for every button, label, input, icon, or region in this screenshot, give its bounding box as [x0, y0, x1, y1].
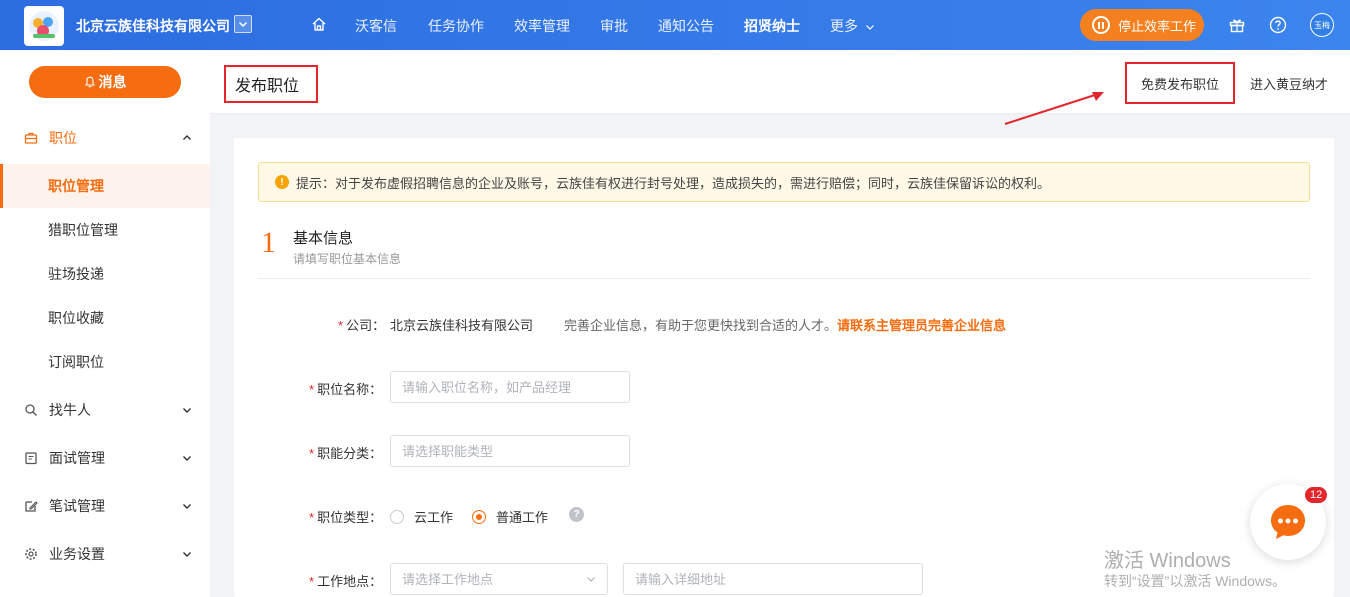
address-input[interactable] [623, 563, 923, 595]
radio-dot-selected [472, 509, 486, 524]
nav-more-label: 更多 [830, 18, 858, 34]
gift-icon[interactable] [1228, 16, 1246, 34]
job-name-input[interactable] [390, 371, 630, 403]
sidebar-item-headhunt-manage[interactable]: 猎职位管理 [0, 208, 210, 252]
job-type-label: * 职位类型： [309, 510, 383, 525]
sidebar-group-talent[interactable]: 找牛人 [0, 388, 210, 432]
top-bar: 北京云族佳科技有限公司 沃客信 任务协作 效率管理 审批 通知公告 招贤纳士 更… [0, 0, 1350, 50]
contact-admin-link[interactable]: 请联系主管理员完善企业信息 [837, 318, 1006, 333]
page-title: 发布职位 [224, 65, 318, 103]
sidebar: 消息 职位 职位管理 猎职位管理 驻场投递 职位收藏 订阅职位 找牛人 面试管理… [0, 50, 210, 597]
chevron-down-icon [865, 25, 874, 31]
nav-recruit[interactable]: 招贤纳士 [744, 16, 800, 36]
chevron-down-icon [183, 408, 191, 413]
company-switch-button[interactable] [234, 15, 252, 33]
job-category-label-text: 职能分类 [317, 446, 370, 461]
company-name[interactable]: 北京云族佳科技有限公司 [76, 16, 230, 36]
company-hint: 完善企业信息，有助于您更快找到合适的人才。请联系主管理员完善企业信息 [564, 315, 1006, 334]
chat-icon [1271, 505, 1305, 539]
job-type-cloud-radio[interactable]: 云工作 [390, 507, 453, 526]
enter-huangdou-link[interactable]: 进入黄豆纳才 [1250, 74, 1328, 93]
location-label-text: 工作地点 [317, 574, 370, 589]
search-icon [25, 404, 37, 416]
warning-icon: ! [275, 175, 289, 189]
warning-tip: ! 提示：对于发布虚假招聘信息的企业及账号，云族佳有权进行封号处理，造成损失的，… [258, 162, 1310, 202]
free-post-job-link[interactable]: 免费发布职位 [1125, 62, 1235, 104]
job-type-cloud-label: 云工作 [414, 510, 454, 525]
nav-efficiency[interactable]: 效率管理 [514, 16, 570, 36]
annotation-arrow [1004, 92, 1104, 125]
sidebar-group-exam[interactable]: 笔试管理 [0, 484, 210, 528]
sidebar-item-favorites[interactable]: 职位收藏 [0, 296, 210, 340]
sidebar-group-label: 面试管理 [49, 450, 105, 466]
sidebar-group-label: 职位 [49, 130, 77, 146]
chat-unread-badge: 12 [1304, 486, 1329, 504]
nav-task[interactable]: 任务协作 [428, 16, 484, 36]
step-number: 1 [261, 226, 276, 259]
location-select-input[interactable] [390, 563, 608, 595]
sidebar-group-interview[interactable]: 面试管理 [0, 436, 210, 480]
sidebar-group-settings[interactable]: 业务设置 [0, 532, 210, 576]
chevron-down-icon [183, 456, 191, 461]
sidebar-item-subscribe[interactable]: 订阅职位 [0, 340, 210, 384]
location-select[interactable] [390, 563, 608, 595]
chevron-down-icon [183, 504, 191, 509]
question-icon[interactable]: ? [569, 507, 584, 522]
help-icon[interactable] [1269, 16, 1287, 34]
company-label-text: 公司 [346, 318, 373, 333]
message-button[interactable]: 消息 [29, 66, 181, 98]
job-name-label-text: 职位名称 [317, 382, 370, 397]
chevron-down-icon [183, 552, 191, 557]
company-logo[interactable] [24, 6, 64, 46]
nav-woke[interactable]: 沃客信 [355, 16, 397, 36]
windows-activation-title: 激活 Windows [1104, 550, 1231, 572]
job-type-normal-radio[interactable]: 普通工作 [472, 507, 548, 526]
nav-more[interactable]: 更多 [830, 16, 875, 36]
sidebar-item-position-manage[interactable]: 职位管理 [0, 164, 210, 208]
company-label: * 公司： [338, 318, 386, 333]
chevron-up-icon [183, 135, 191, 140]
company-value: 北京云族佳科技有限公司 [390, 318, 534, 333]
chevron-down-icon [238, 21, 248, 28]
company-logo-icon [29, 11, 59, 41]
job-name-label: * 职位名称： [309, 382, 383, 397]
page-header: 发布职位 免费发布职位 进入黄豆纳才 [210, 50, 1350, 114]
user-avatar[interactable]: 玉梅 [1310, 13, 1334, 37]
section-subtitle: 请填写职位基本信息 [293, 252, 402, 266]
briefcase-icon [24, 132, 38, 144]
home-icon[interactable] [311, 16, 327, 32]
location-label: * 工作地点： [309, 574, 383, 589]
sidebar-group-label: 笔试管理 [49, 498, 105, 514]
sidebar-item-onsite-delivery[interactable]: 驻场投递 [0, 252, 210, 296]
sidebar-group-position[interactable]: 职位 [0, 116, 210, 160]
calendar-icon [25, 452, 37, 465]
gear-icon [25, 548, 37, 560]
pause-icon [1092, 16, 1110, 34]
windows-activation-subtitle: 转到“设置”以激活 Windows。 [1104, 573, 1287, 589]
job-category-input[interactable] [390, 435, 630, 467]
stop-efficiency-label: 停止效率工作 [1118, 18, 1197, 34]
job-type-normal-label: 普通工作 [496, 510, 549, 525]
section-title: 基本信息 [293, 230, 354, 247]
edit-icon [25, 501, 38, 512]
stop-efficiency-button[interactable]: 停止效率工作 [1080, 9, 1204, 41]
nav-approval[interactable]: 审批 [600, 16, 628, 36]
warning-text: 提示：对于发布虚假招聘信息的企业及账号，云族佳有权进行封号处理，造成损失的，需进… [296, 175, 1051, 191]
job-type-label-text: 职位类型 [317, 510, 370, 525]
company-hint-text: 完善企业信息，有助于您更快找到合适的人才。 [564, 318, 838, 333]
bell-icon [84, 76, 95, 88]
sidebar-group-label: 业务设置 [49, 546, 105, 562]
job-category-label: * 职能分类： [309, 446, 383, 461]
sidebar-group-label: 找牛人 [49, 402, 91, 418]
radio-dot [390, 509, 404, 524]
message-label: 消息 [98, 74, 127, 90]
section-divider [258, 278, 1310, 279]
job-form-card: ! 提示：对于发布虚假招聘信息的企业及账号，云族佳有权进行封号处理，造成损失的，… [234, 138, 1334, 597]
nav-notice[interactable]: 通知公告 [658, 16, 714, 36]
